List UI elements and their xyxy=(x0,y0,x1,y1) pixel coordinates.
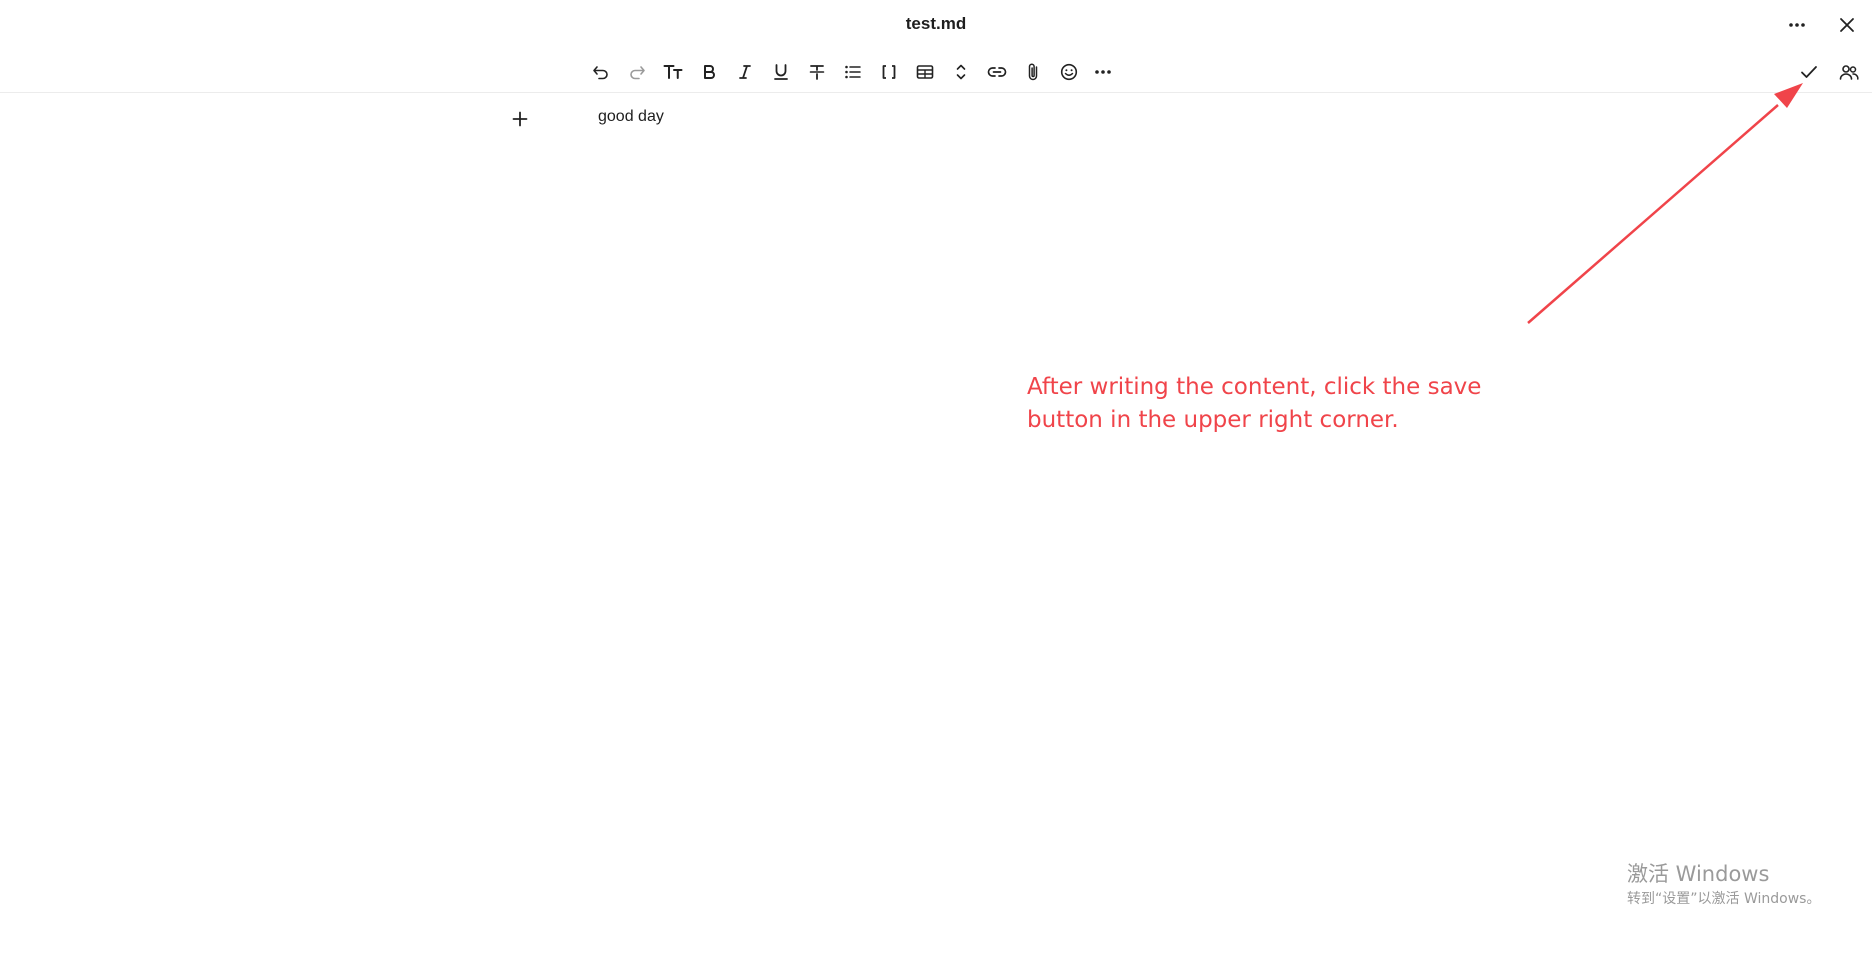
attachment-button[interactable] xyxy=(1020,59,1046,85)
editor-window: test.md good day After writing the conte… xyxy=(0,0,1872,954)
annotation-arrow xyxy=(1527,83,1803,324)
more-horizontal-icon xyxy=(1789,23,1805,27)
plus-icon xyxy=(512,111,528,127)
bold-icon xyxy=(704,65,715,79)
link-button[interactable] xyxy=(984,59,1010,85)
undo-icon xyxy=(593,66,608,80)
emoji-button[interactable] xyxy=(1056,59,1082,85)
underline-icon xyxy=(774,64,788,80)
more-formatting-button[interactable] xyxy=(1090,59,1116,85)
code-block-button[interactable] xyxy=(876,59,902,85)
people-icon xyxy=(1839,65,1859,80)
more-horizontal-icon xyxy=(1095,70,1111,74)
bullet-list-icon xyxy=(845,65,861,79)
table-button[interactable] xyxy=(912,59,938,85)
strikethrough-button[interactable] xyxy=(804,59,830,85)
title-bar: test.md xyxy=(0,0,1872,48)
table-icon xyxy=(916,65,934,79)
italic-icon xyxy=(739,65,751,79)
link-icon xyxy=(987,67,1007,77)
text-style-button[interactable] xyxy=(660,59,686,85)
redo-icon xyxy=(630,66,645,80)
redo-button[interactable] xyxy=(624,59,650,85)
undo-button[interactable] xyxy=(588,59,614,85)
text-size-icon xyxy=(663,65,683,79)
window-more-button[interactable] xyxy=(1784,12,1810,38)
emoji-icon xyxy=(1060,63,1078,81)
watermark-subtitle: 转到“设置”以激活 Windows。 xyxy=(1627,891,1821,907)
annotation-text: After writing the content, click the sav… xyxy=(1027,374,1482,433)
close-icon xyxy=(1840,18,1854,32)
editor-paragraph[interactable]: good day xyxy=(598,108,664,126)
paperclip-icon xyxy=(1028,63,1038,81)
share-button[interactable] xyxy=(1836,59,1862,85)
strikethrough-icon xyxy=(809,65,825,80)
check-icon xyxy=(1801,66,1817,78)
document-title: test.md xyxy=(905,14,967,33)
italic-button[interactable] xyxy=(732,59,758,85)
bold-button[interactable] xyxy=(696,59,722,85)
add-block-button[interactable] xyxy=(506,105,534,133)
save-button[interactable] xyxy=(1796,59,1822,85)
bullet-list-button[interactable] xyxy=(840,59,866,85)
underline-button[interactable] xyxy=(768,59,794,85)
close-button[interactable] xyxy=(1834,12,1860,38)
windows-activation-watermark: 激活 Windows 转到“设置”以激活 Windows。 xyxy=(1627,861,1820,909)
expand-collapse-button[interactable] xyxy=(948,59,974,85)
chevron-up-down-icon xyxy=(956,64,966,80)
watermark-title: 激活 Windows xyxy=(1627,862,1770,886)
formatting-toolbar xyxy=(0,52,1872,93)
brackets-icon xyxy=(882,65,896,79)
